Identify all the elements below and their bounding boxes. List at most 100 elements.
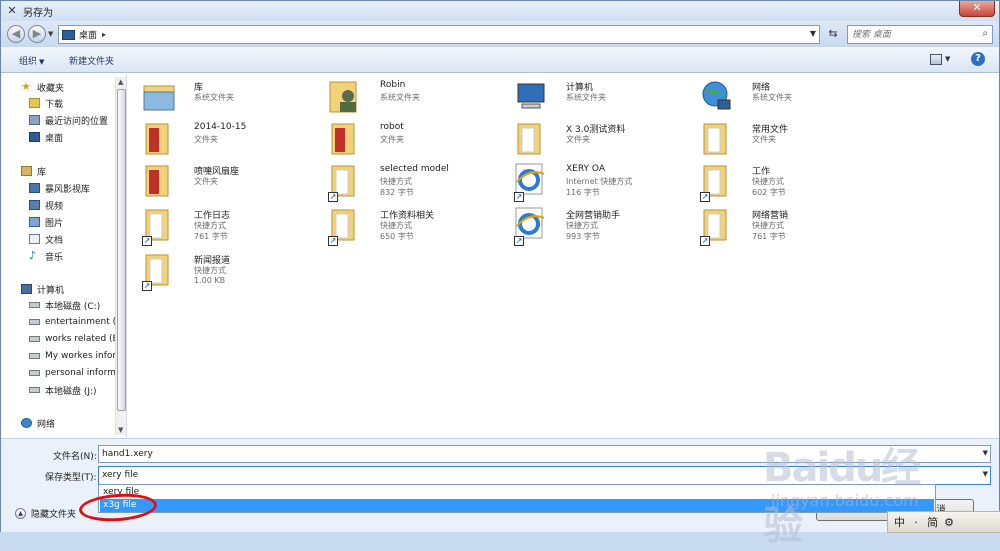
shortcut-arrow-icon: ↗ <box>514 192 524 202</box>
sidebar-item-music[interactable]: ♪ 音乐 <box>29 249 63 263</box>
title-bar[interactable]: ✕ 另存为 ✕ <box>1 1 999 21</box>
organize-button[interactable]: 组织 ▼ <box>19 54 44 67</box>
view-options-icon[interactable] <box>930 54 942 65</box>
breadcrumb-desktop[interactable]: 桌面 <box>79 28 97 41</box>
file-item-network[interactable]: 网络 系统文件夹 <box>700 78 880 118</box>
computer-icon <box>517 83 545 109</box>
gear-icon[interactable]: ⚙ <box>944 516 954 529</box>
toolbar: 组织 ▼ 新建文件夹 ▼ ? <box>1 47 999 73</box>
video-library-icon <box>29 183 40 193</box>
sidebar-item-favorites[interactable]: ★ 收藏夹 <box>21 80 64 94</box>
file-item-common-files[interactable]: 常用文件 文件夹 <box>700 120 880 160</box>
ime-simplified[interactable]: 简 <box>927 514 938 530</box>
desktop-icon <box>62 29 75 40</box>
search-box[interactable]: ⌕ <box>847 25 993 44</box>
file-item-robin[interactable]: Robin 系统文件夹 <box>328 78 508 118</box>
filetype-label: 保存类型(T): <box>45 473 97 483</box>
search-input[interactable] <box>848 26 968 43</box>
filetype-select[interactable]: xery file ▼ <box>98 466 991 485</box>
ime-toolbar[interactable]: 中 ㆍ 简 ⚙ <box>887 511 1000 533</box>
filetype-dropdown-icon[interactable]: ▼ <box>983 470 988 478</box>
folder-icon <box>145 123 169 155</box>
history-dropdown-icon[interactable]: ▼ <box>48 30 53 38</box>
filetype-option-xery[interactable]: xery file <box>100 486 934 499</box>
file-item-2014-10-15[interactable]: 2014-10-15 文件夹 <box>142 120 322 160</box>
desktop-icon <box>29 132 40 142</box>
folder-icon <box>703 123 727 155</box>
scroll-down-icon[interactable]: ▼ <box>118 426 123 434</box>
file-item-sneeze-fan[interactable]: 喷嚏风扇座 文件夹 <box>142 162 322 202</box>
scrollbar-thumb[interactable] <box>117 89 126 411</box>
sidebar-item-computer[interactable]: 计算机 <box>21 282 64 296</box>
address-bar[interactable]: 桌面 ▸ ▼ <box>58 25 820 44</box>
new-folder-button[interactable]: 新建文件夹 <box>69 54 114 67</box>
star-icon: ★ <box>21 80 31 93</box>
back-button[interactable]: ◀ <box>7 25 25 43</box>
file-item-work-log[interactable]: ↗ 工作日志 快捷方式 761 字节 <box>142 206 322 246</box>
filename-value: hand1.xery <box>102 449 153 459</box>
file-item-web-marketing[interactable]: ↗ 网络营销 快捷方式 761 字节 <box>700 206 880 246</box>
navigation-pane: ★ 收藏夹 下载 最近访问的位置 桌面 库 暴风影视库 视频 图片 文档 ♪ 音乐 … <box>1 74 127 438</box>
organize-label: 组织 <box>19 57 38 67</box>
sidebar-item-drive-g[interactable]: personal informa <box>29 366 115 380</box>
file-item-library[interactable]: 库 系统文件夹 <box>142 78 322 118</box>
sidebar-item-desktop[interactable]: 桌面 <box>29 130 63 144</box>
network-globe-icon <box>702 81 731 110</box>
file-item-x3-test[interactable]: X 3.0测试资料 文件夹 <box>514 120 694 160</box>
sidebar-item-drive-d[interactable]: entertainment (D <box>29 315 115 329</box>
search-icon[interactable]: ⌕ <box>982 28 988 39</box>
filetype-value: xery file <box>102 470 139 480</box>
sidebar-item-drive-f[interactable]: My workes infor <box>29 349 115 363</box>
network-icon <box>21 418 32 428</box>
forward-button[interactable]: ▶ <box>28 25 46 43</box>
sidebar-item-downloads[interactable]: 下载 <box>29 96 63 110</box>
file-item-selected-model[interactable]: ↗ selected model 快捷方式 832 字节 <box>328 162 508 202</box>
sidebar-item-drive-e[interactable]: works related (E <box>29 332 115 346</box>
sidebar-item-drive-j[interactable]: 本地磁盘 (J:) <box>29 383 115 397</box>
chevron-down-icon: ▼ <box>39 58 45 66</box>
sidebar-item-documents[interactable]: 文档 <box>29 232 63 246</box>
shortcut-arrow-icon: ↗ <box>142 281 152 291</box>
shortcut-arrow-icon: ↗ <box>700 192 710 202</box>
video-icon <box>29 200 40 210</box>
save-as-dialog: ✕ 另存为 ✕ ◀ ▶ ▼ 桌面 ▸ ▼ ⇆ ⌕ 组织▼ 新建文件夹 ▼ ? ★… <box>0 0 1000 549</box>
file-item-work[interactable]: ↗ 工作 快捷方式 602 字节 <box>700 162 880 202</box>
filetype-option-x3g[interactable]: x3g file <box>100 499 934 512</box>
file-item-marketing-assistant[interactable]: ↗ 全网营销助手 快捷方式 993 字节 <box>514 206 694 246</box>
sidebar-item-libraries[interactable]: 库 <box>21 164 46 178</box>
file-item-xery-oa[interactable]: ↗ XERY OA Internet 快捷方式 116 字节 <box>514 162 694 202</box>
breadcrumb-chevron-icon[interactable]: ▸ <box>102 30 106 39</box>
window-title: 另存为 <box>23 7 53 19</box>
ime-mode[interactable]: 中 <box>894 514 905 530</box>
shortcut-arrow-icon: ↗ <box>514 236 524 246</box>
close-button[interactable]: ✕ <box>959 1 995 17</box>
picture-icon <box>29 217 40 227</box>
library-icon <box>21 166 32 176</box>
sidebar-item-videos[interactable]: 视频 <box>29 198 63 212</box>
file-item-work-materials[interactable]: ↗ 工作资料相关 快捷方式 650 字节 <box>328 206 508 246</box>
sidebar-item-pictures[interactable]: 图片 <box>29 215 63 229</box>
filename-input[interactable]: hand1.xery ▼ <box>98 445 991 463</box>
sidebar-item-network[interactable]: 网络 <box>21 416 55 430</box>
save-options-panel: 文件名(N): hand1.xery ▼ 保存类型(T): xery file … <box>1 438 999 532</box>
sidebar-item-drive-c[interactable]: 本地磁盘 (C:) <box>29 298 115 312</box>
file-item-news[interactable]: ↗ 新闻报道 快捷方式 1.00 KB <box>142 251 322 291</box>
address-dropdown-icon[interactable]: ▼ <box>810 29 816 38</box>
ime-moon-icon[interactable]: ㆍ <box>911 514 921 530</box>
sidebar-item-video-library[interactable]: 暴风影视库 <box>29 181 90 195</box>
filename-label: 文件名(N): <box>53 452 97 462</box>
file-item-computer[interactable]: 计算机 系统文件夹 <box>514 78 694 118</box>
drive-icon <box>29 387 40 393</box>
hide-folders-toggle[interactable]: ▲ 隐藏文件夹 <box>15 507 76 520</box>
sidebar-item-recent[interactable]: 最近访问的位置 <box>29 113 108 127</box>
help-icon[interactable]: ? <box>971 52 985 66</box>
nav-scrollbar[interactable]: ▲ ▼ <box>115 77 126 435</box>
view-dropdown-icon[interactable]: ▼ <box>945 55 950 63</box>
file-item-robot[interactable]: robot 文件夹 <box>328 120 508 160</box>
scroll-up-icon[interactable]: ▲ <box>118 78 123 86</box>
download-folder-icon <box>29 98 40 108</box>
filename-dropdown-icon[interactable]: ▼ <box>983 449 988 457</box>
drive-icon <box>29 353 40 359</box>
refresh-button[interactable]: ⇆ <box>824 25 842 44</box>
filetype-dropdown-list: xery file x3g file <box>98 484 936 513</box>
